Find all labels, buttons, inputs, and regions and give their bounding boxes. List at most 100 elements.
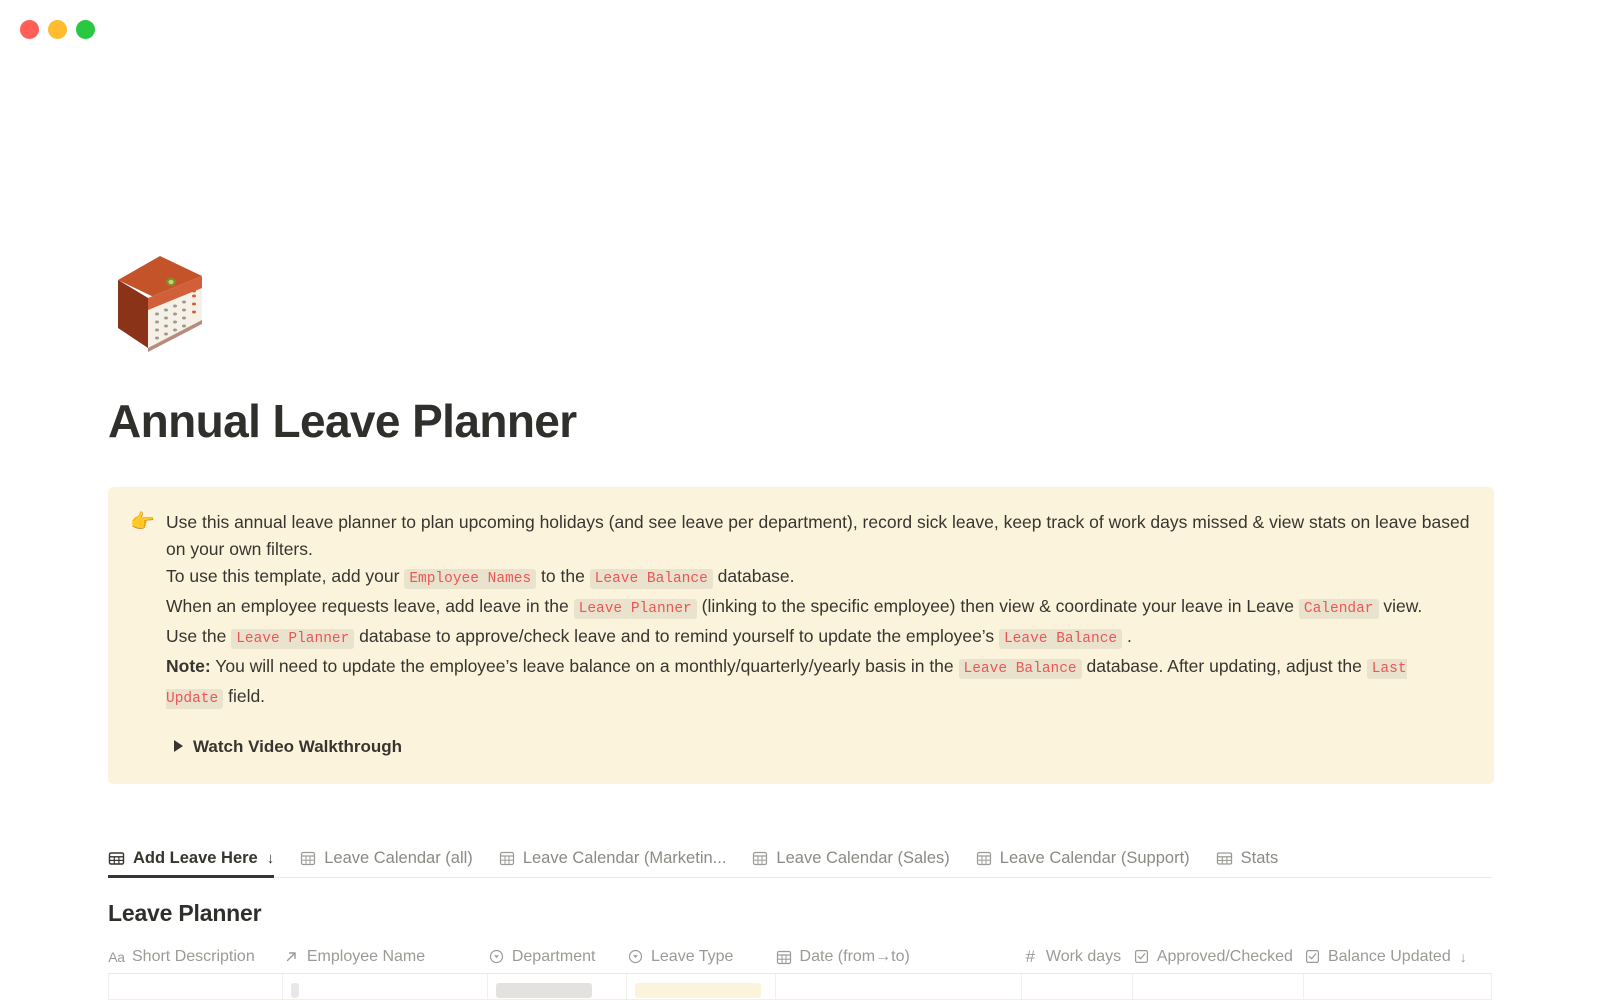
column-header-label: Approved/Checked: [1156, 947, 1293, 965]
cell-balance-updated[interactable]: [1304, 973, 1492, 999]
checkbox-icon: [1305, 949, 1320, 964]
column-type-icon: [776, 949, 793, 965]
column-header-label: Employee Name: [306, 947, 426, 965]
checkbox-icon: [1134, 949, 1149, 964]
callout-line: Note: You will need to update the employ…: [166, 653, 1470, 713]
callout-bold-text: Note:: [166, 655, 211, 676]
inline-code-chip: Calendar: [1298, 598, 1379, 619]
column-header-balance-updated[interactable]: Balance Updated ↓: [1304, 948, 1492, 966]
column-header-label: Department: [511, 947, 596, 965]
callout-text: Use this annual leave planner to plan up…: [166, 509, 1470, 760]
column-type-icon: [1304, 949, 1321, 964]
window-title-bar: [0, 0, 1600, 58]
column-type-icon: [627, 949, 644, 964]
cell-department[interactable]: [488, 973, 628, 999]
zoom-window-button[interactable]: [76, 20, 95, 39]
select-circle-icon: [628, 949, 643, 964]
video-walkthrough-toggle[interactable]: Watch Video Walkthrough: [166, 733, 1470, 760]
tab-leave-calendar-all[interactable]: Leave Calendar (all): [300, 849, 473, 877]
table-header-row: Aa Short Description Employee Name Departme…: [108, 941, 1492, 974]
tab-add-leave-here[interactable]: Add Leave Here ↓: [108, 848, 275, 878]
tab-label: Leave Calendar (Sales): [776, 848, 950, 867]
table-row[interactable]: [108, 973, 1492, 1000]
tab-label: Leave Calendar (all): [324, 848, 473, 867]
tab-leave-calendar-sales[interactable]: Leave Calendar (Sales): [752, 848, 950, 877]
tab-stats[interactable]: Stats: [1216, 848, 1279, 877]
cell-short-description[interactable]: [108, 973, 283, 999]
column-header-department[interactable]: Department: [488, 948, 627, 966]
inline-code-chip: Leave Balance: [998, 628, 1123, 649]
callout-text-segment: To use this template, add your: [166, 565, 405, 586]
tab-label: Add Leave Here: [133, 848, 258, 867]
leave-planner-table: Aa Short Description Employee Name Departme…: [108, 941, 1492, 1000]
column-header-label: Short Description: [132, 947, 255, 965]
column-type-icon: #: [1022, 948, 1039, 965]
tab-leave-calendar-support[interactable]: Leave Calendar (Support): [976, 849, 1190, 877]
select-circle-icon: [489, 949, 504, 964]
relation-arrow-icon: [284, 949, 299, 964]
page-content: Annual Leave Planner 👉 Use this annual l…: [0, 248, 1600, 1000]
column-header-label: Work days: [1045, 947, 1122, 965]
minimize-window-button[interactable]: [48, 20, 67, 39]
callout-text-segment: (linking to the specific employee) then …: [696, 595, 1299, 616]
calendar-icon: [976, 850, 992, 866]
callout-text-segment: .: [1122, 625, 1132, 646]
callout-line: To use this template, add your Employee …: [166, 563, 1470, 593]
callout-text-segment: You will need to update the employee’s l…: [210, 655, 959, 676]
page-title: Annual Leave Planner: [108, 395, 577, 447]
callout-text-segment: database. After updating, adjust the: [1081, 655, 1367, 676]
calendar-3d-icon[interactable]: [108, 248, 212, 352]
column-type-icon: [488, 949, 505, 964]
column-header-employee-name[interactable]: Employee Name: [283, 948, 488, 966]
cell-approved-checked[interactable]: [1133, 973, 1305, 999]
tab-label: Stats: [1240, 848, 1279, 867]
column-header-label: Balance Updated: [1327, 947, 1451, 965]
cell-work-days[interactable]: [1022, 973, 1133, 999]
inline-code-chip: Leave Balance: [589, 568, 713, 589]
callout-text-segment: When an employee requests leave, add lea…: [166, 595, 574, 616]
cell-leave-type[interactable]: [627, 973, 776, 999]
title-text-icon: Aa: [108, 948, 125, 965]
cell-employee-name[interactable]: [283, 973, 488, 999]
inline-code-chip: Leave Planner: [231, 628, 355, 649]
table-icon: [1216, 850, 1233, 867]
callout-text-segment: field.: [223, 685, 266, 706]
callout-text-segment: Use this annual leave planner to plan up…: [166, 511, 1470, 559]
column-header-short-description[interactable]: Aa Short Description: [108, 948, 283, 966]
column-header-leave-type[interactable]: Leave Type: [627, 948, 776, 966]
tab-label: Leave Calendar (Marketin...: [522, 848, 727, 867]
sort-descending-icon: ↓: [1459, 948, 1467, 965]
inline-code-chip: Leave Planner: [573, 598, 697, 619]
tab-leave-calendar-marketin[interactable]: Leave Calendar (Marketin...: [499, 848, 727, 877]
department-tag: [495, 983, 592, 999]
number-hash-icon: #: [1025, 947, 1036, 966]
video-walkthrough-label: Watch Video Walkthrough: [193, 736, 403, 756]
column-type-icon: Aa: [108, 949, 125, 965]
traffic-lights: [20, 20, 95, 39]
column-header-work-days[interactable]: # Work days: [1022, 948, 1133, 966]
tab-label: Leave Calendar (Support): [999, 848, 1190, 867]
inline-code-chip: Employee Names: [404, 568, 537, 589]
column-header-label: Date (from→to): [799, 947, 910, 965]
sort-descending-icon: ↓: [266, 849, 275, 867]
callout-text-segment: to the: [536, 565, 590, 586]
callout-line: Use the Leave Planner database to approv…: [166, 623, 1470, 653]
calendar-icon: [776, 949, 792, 965]
callout-line: Use this annual leave planner to plan up…: [166, 509, 1470, 563]
calendar-icon: [752, 850, 768, 866]
table-icon: [108, 850, 125, 867]
column-header-approved-checked[interactable]: Approved/Checked: [1133, 948, 1304, 966]
calendar-icon: [300, 850, 316, 866]
triangle-right-icon[interactable]: [174, 740, 183, 753]
leave-type-tag: [635, 983, 762, 999]
info-callout: 👉 Use this annual leave planner to plan …: [108, 486, 1494, 784]
close-window-button[interactable]: [20, 20, 39, 39]
database-view-tabs: Add Leave Here ↓ Leave Calendar (all) Leave…: [108, 836, 1492, 878]
callout-text-segment: view.: [1378, 595, 1423, 616]
inline-code-chip: Leave Balance: [958, 658, 1082, 679]
cell-date-range[interactable]: [776, 973, 1022, 999]
callout-line: When an employee requests leave, add lea…: [166, 593, 1470, 623]
column-header-date-from-to[interactable]: Date (from→to): [776, 948, 1022, 966]
column-type-icon: [1133, 949, 1150, 964]
column-type-icon: [283, 949, 300, 964]
